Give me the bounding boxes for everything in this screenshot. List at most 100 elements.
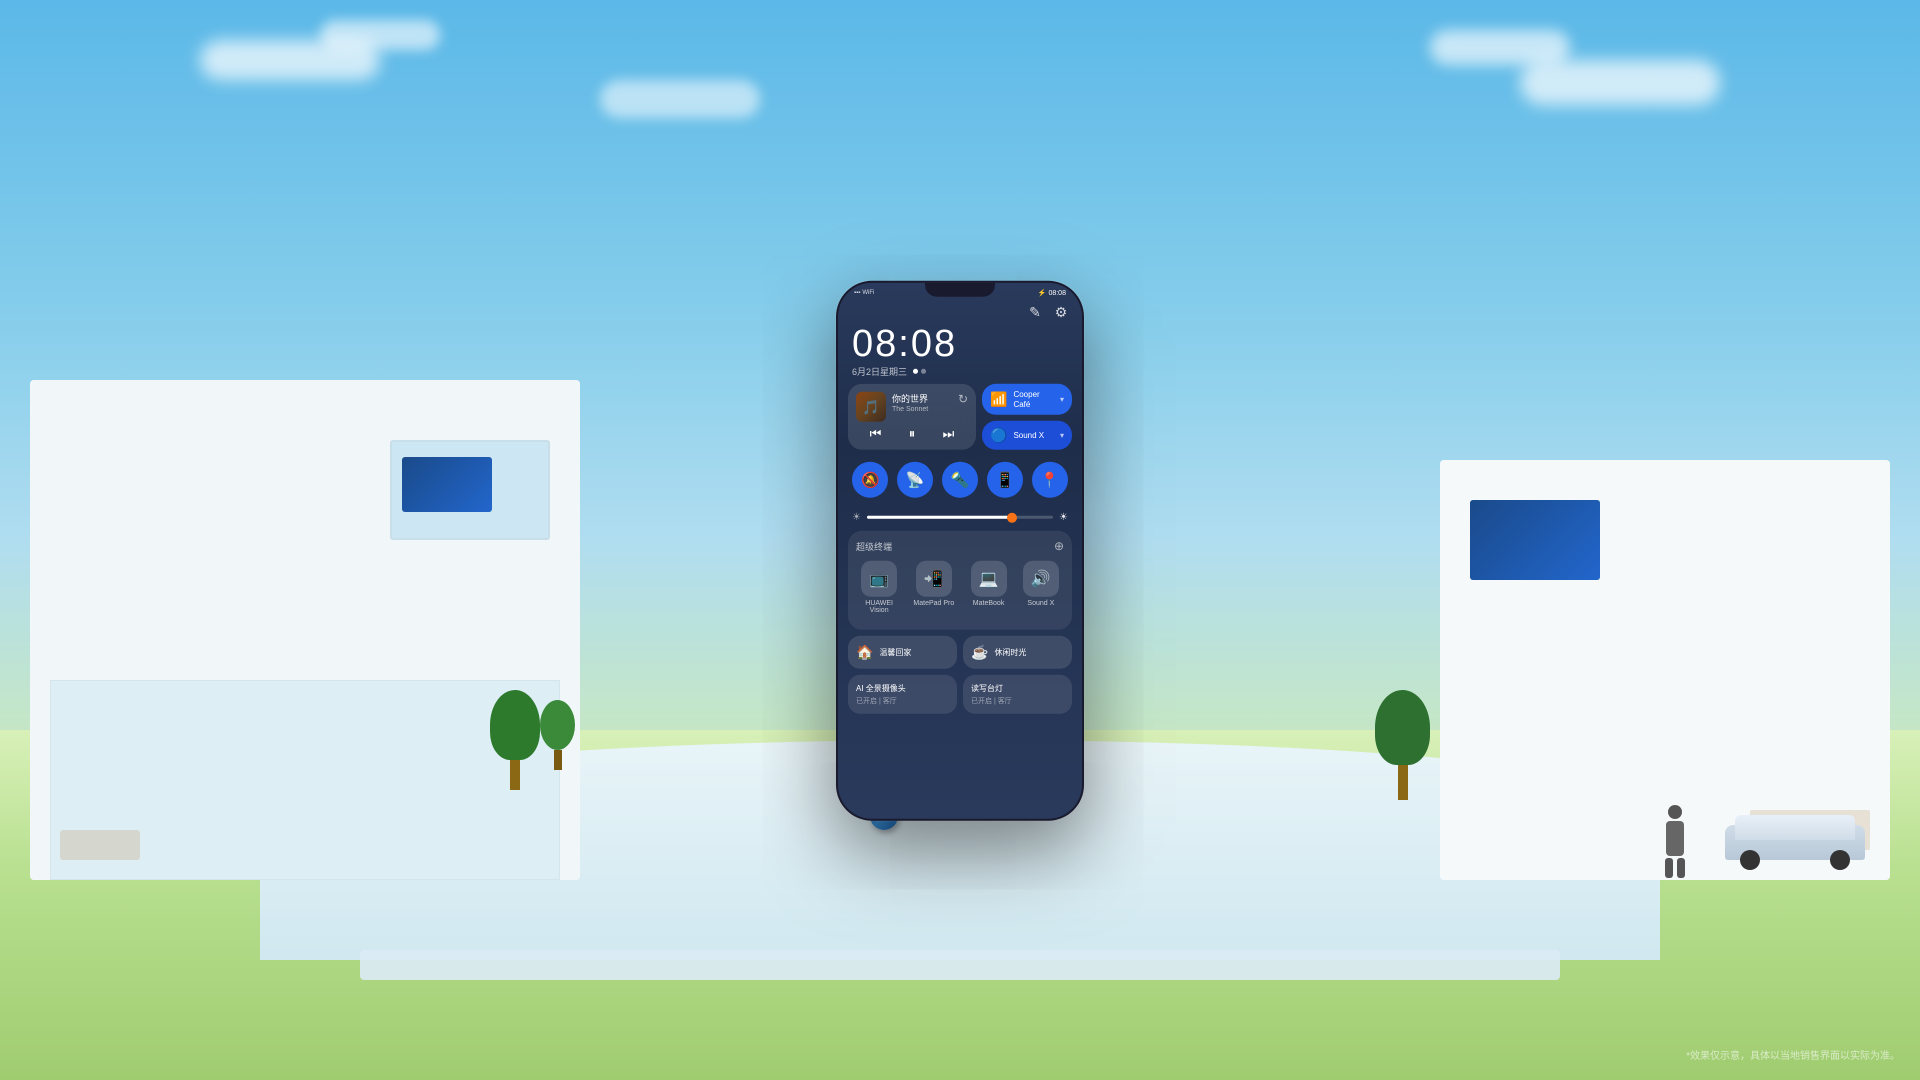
toggles-row: 🔕 📡 🔦 📱 📍 xyxy=(848,456,1072,504)
location-toggle[interactable]: 📍 xyxy=(1032,462,1068,498)
phone-device: ▪▪▪ WiFi ⚡ 08:08 ✎ ⚙ xyxy=(836,281,1084,821)
dot-1 xyxy=(913,369,918,374)
prev-button[interactable]: ⏮ xyxy=(870,426,882,442)
side-cards: 📶 CooperCafé ▾ 🔵 Sound X xyxy=(982,384,1072,450)
car xyxy=(1725,815,1865,870)
song-artist: The Sonnet xyxy=(892,406,958,413)
iot-camera-title: AI 全景摄像头 xyxy=(856,683,949,694)
vibrate-toggle[interactable]: 📡 xyxy=(897,462,933,498)
music-top: 🎵 你的世界 The Sonnet ↻ xyxy=(856,392,968,422)
wifi-info: CooperCafé xyxy=(1007,390,1060,409)
brightness-fill xyxy=(867,516,1012,519)
control-panel: ✎ ⚙ 08:08 6月2日星期三 xyxy=(838,299,1082,722)
song-title: 你的世界 xyxy=(892,392,958,405)
status-bt-icon: ⚡ xyxy=(1038,289,1047,297)
scene-home-btn[interactable]: 🏠 温馨回家 xyxy=(848,636,957,669)
terrace-edge xyxy=(360,950,1560,980)
device-matebook[interactable]: 💻 MateBook xyxy=(971,561,1007,614)
edit-icon[interactable]: ✎ xyxy=(1026,303,1044,321)
brightness-row: ☀ ☀ xyxy=(848,512,1072,523)
bluetooth-info: Sound X xyxy=(1007,431,1060,441)
cloud-4 xyxy=(1430,30,1570,65)
phone-wrapper: ▪▪▪ WiFi ⚡ 08:08 ✎ ⚙ xyxy=(836,281,1084,821)
iot-row: AI 全景摄像头 已开启 | 客厅 读写台灯 已开启 | 客厅 xyxy=(848,675,1072,714)
window-left-1 xyxy=(390,440,550,540)
cloud-2 xyxy=(320,20,440,50)
device-vision[interactable]: 📺 HUAWEIVision xyxy=(861,561,897,614)
brightness-high-icon: ☀ xyxy=(1059,512,1068,523)
silent-toggle[interactable]: 🔕 xyxy=(852,462,888,498)
wifi-icon: 📶 xyxy=(990,391,1007,408)
device-label-soundx: Sound X xyxy=(1027,600,1054,607)
iot-lamp-sub: 已开启 | 客厅 xyxy=(971,696,1064,706)
scene-relax-icon: ☕ xyxy=(971,644,988,661)
cards-row: 🎵 你的世界 The Sonnet ↻ ⏮ ⏸ ⏭ xyxy=(848,384,1072,450)
device-label-vision: HUAWEIVision xyxy=(865,600,893,614)
tree-1 xyxy=(490,690,540,790)
music-info: 你的世界 The Sonnet xyxy=(886,392,958,413)
bluetooth-expand-arrow[interactable]: ▾ xyxy=(1060,431,1064,440)
section-header: 超级终端 ⊕ xyxy=(856,539,1064,553)
iot-lamp-card[interactable]: 读写台灯 已开启 | 客厅 xyxy=(963,675,1072,714)
brightness-low-icon: ☀ xyxy=(852,512,861,523)
brightness-thumb[interactable] xyxy=(1007,512,1017,522)
settings-icon[interactable]: ⚙ xyxy=(1052,303,1070,321)
device-soundx[interactable]: 🔊 Sound X xyxy=(1023,561,1059,614)
dot-indicators xyxy=(913,369,926,374)
time-display: 08:08 6月2日星期三 xyxy=(848,325,1072,384)
bluetooth-card[interactable]: 🔵 Sound X ▾ xyxy=(982,421,1072,450)
cloud-5 xyxy=(600,80,760,118)
next-button[interactable]: ⏭ xyxy=(943,426,955,442)
tree-3 xyxy=(1375,690,1430,800)
section-settings-icon[interactable]: ⊕ xyxy=(1054,539,1064,553)
torch-toggle[interactable]: 🔦 xyxy=(942,462,978,498)
clock-time: 08:08 xyxy=(852,325,1068,363)
tv-left xyxy=(402,457,492,512)
album-art: 🎵 xyxy=(856,392,886,422)
panel-header[interactable]: ✎ ⚙ xyxy=(848,303,1072,321)
bluetooth-device-name: Sound X xyxy=(1013,431,1060,441)
device-matepad[interactable]: 📲 MatePad Pro xyxy=(913,561,954,614)
play-pause-button[interactable]: ⏸ xyxy=(909,426,916,442)
iot-camera-card[interactable]: AI 全景摄像头 已开启 | 客厅 xyxy=(848,675,957,714)
furniture-1 xyxy=(60,830,140,860)
scene-home-icon: 🏠 xyxy=(856,644,873,661)
rotate-icon: ↻ xyxy=(958,392,968,406)
person-right xyxy=(1665,805,1685,865)
device-icon-matepad: 📲 xyxy=(916,561,952,597)
wifi-status-icon: WiFi xyxy=(862,290,874,296)
wifi-name: CooperCafé xyxy=(1013,390,1060,409)
device-label-matepad: MatePad Pro xyxy=(913,600,954,607)
dot-2 xyxy=(921,369,926,374)
wifi-expand-arrow[interactable]: ▾ xyxy=(1060,395,1064,404)
iot-lamp-title: 读写台灯 xyxy=(971,683,1064,694)
house-left xyxy=(30,380,580,880)
disclaimer: *效果仅示意，具体以当地销售界面以实际为准。 xyxy=(1686,1047,1900,1062)
notch xyxy=(925,283,995,297)
scene-relax-label: 休闲时光 xyxy=(994,647,1026,658)
status-right: ⚡ 08:08 xyxy=(1038,289,1066,297)
brightness-slider-track[interactable] xyxy=(867,516,1053,519)
status-time: 08:08 xyxy=(1048,289,1066,296)
date-display: 6月2日星期三 xyxy=(852,365,1068,378)
devices-grid: 📺 HUAWEIVision 📲 MatePad Pro 💻 MateBook xyxy=(856,561,1064,614)
bluetooth-icon: 🔵 xyxy=(990,427,1007,444)
section-title: 超级终端 xyxy=(856,539,892,552)
scene-relax-btn[interactable]: ☕ 休闲时光 xyxy=(963,636,1072,669)
cloud-3 xyxy=(1520,60,1720,105)
tv-right xyxy=(1470,500,1600,580)
music-controls[interactable]: ⏮ ⏸ ⏭ xyxy=(856,426,968,442)
device-icon-matebook: 💻 xyxy=(971,561,1007,597)
devices-section: 超级终端 ⊕ 📺 HUAWEIVision 📲 MatePad Pro xyxy=(848,531,1072,630)
scene-home-label: 温馨回家 xyxy=(879,647,911,658)
scenes-row: 🏠 温馨回家 ☕ 休闲时光 xyxy=(848,636,1072,669)
status-left: ▪▪▪ WiFi xyxy=(854,290,874,296)
signal-icon: ▪▪▪ xyxy=(854,290,860,296)
tv-right-screen xyxy=(1470,500,1600,580)
device-icon-soundx: 🔊 xyxy=(1023,561,1059,597)
device-label-matebook: MateBook xyxy=(973,600,1005,607)
device-icon-vision: 📺 xyxy=(861,561,897,597)
music-card[interactable]: 🎵 你的世界 The Sonnet ↻ ⏮ ⏸ ⏭ xyxy=(848,384,976,450)
mirror-toggle[interactable]: 📱 xyxy=(987,462,1023,498)
wifi-card[interactable]: 📶 CooperCafé ▾ xyxy=(982,384,1072,415)
